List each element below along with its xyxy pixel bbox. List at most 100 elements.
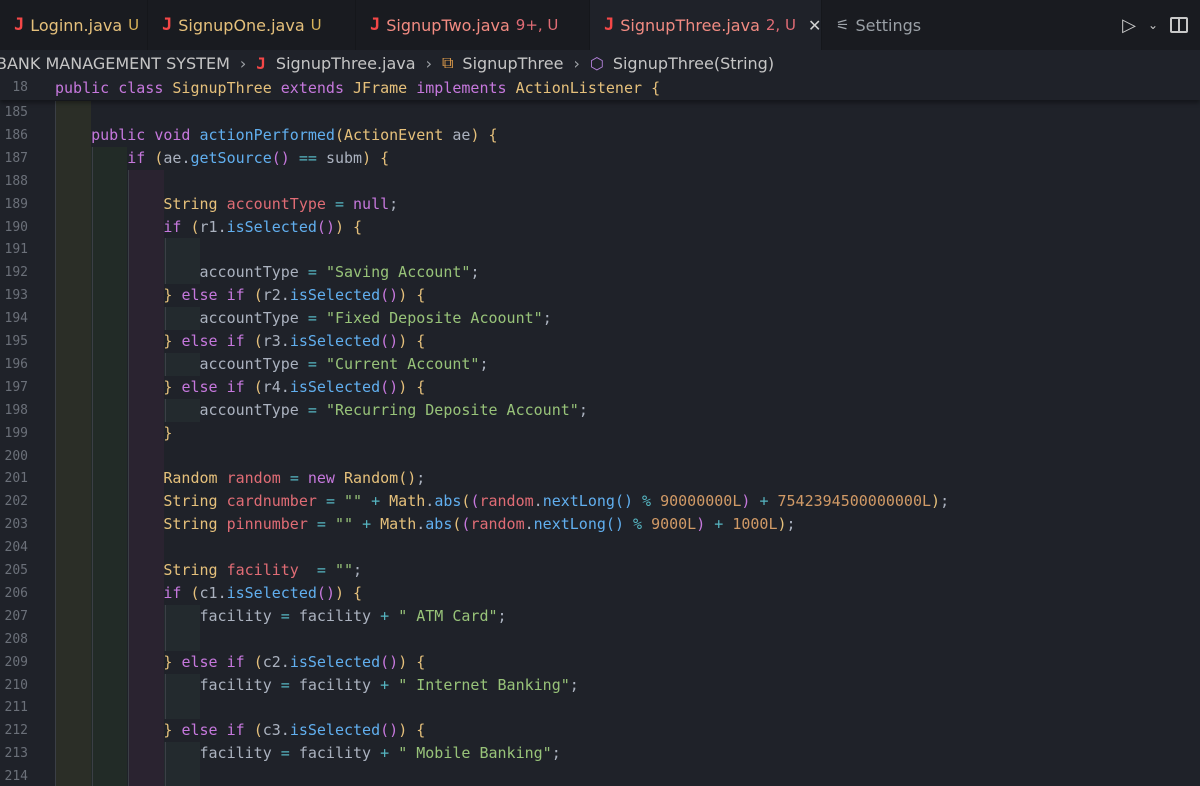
code-line[interactable]: 199 } [0, 421, 1200, 445]
tab-label: SignupThree.java [620, 15, 760, 35]
code-line[interactable]: 190 if (r1.isSelected()) { [0, 215, 1200, 239]
tab-settings[interactable]: ⚟ Settings [822, 0, 935, 50]
breadcrumb-file[interactable]: SignupThree.java [276, 54, 416, 73]
chevron-down-icon[interactable]: ⌄ [1148, 18, 1158, 32]
code-text: String cardnumber = "" + Math.abs((rando… [163, 492, 950, 511]
code-line[interactable]: 212 } else if (c3.isSelected()) { [0, 719, 1200, 743]
indent-guide-line [128, 627, 129, 651]
line-number: 194 [4, 311, 28, 327]
code-text: accountType = "Fixed Deposite Acoount"; [199, 309, 552, 328]
code-text: Random random = new Random(); [163, 469, 426, 488]
split-editor-icon[interactable] [1170, 17, 1188, 33]
code-line[interactable]: 211 [0, 696, 1200, 720]
code-text: if (c1.isSelected()) { [163, 583, 363, 602]
line-number: 193 [4, 288, 28, 304]
tab-loginn[interactable]: J Loginn.java U [0, 0, 148, 50]
code-line[interactable]: 204 [0, 536, 1200, 560]
code-line[interactable]: 197 } else if (r4.isSelected()) { [0, 375, 1200, 399]
tab-status: 2, U [765, 16, 796, 34]
close-icon[interactable]: ✕ [808, 16, 821, 35]
code-line[interactable]: 195 } else if (r3.isSelected()) { [0, 330, 1200, 353]
line-number: 212 [4, 723, 28, 739]
indent-guide [128, 696, 164, 720]
code-line[interactable]: 203 String pinnumber = "" + Math.abs((ra… [0, 513, 1200, 537]
indent-guide [55, 765, 91, 786]
settings-sliders-icon: ⚟ [836, 16, 850, 34]
method-cube-icon: ⬡ [589, 53, 604, 73]
line-number: 209 [4, 654, 28, 670]
indent-guide-line [55, 627, 56, 651]
code-line[interactable]: 193 } else if (r2.isSelected()) { [0, 284, 1200, 308]
code-text: } else if (r4.isSelected()) { [163, 377, 426, 396]
breadcrumb-method[interactable]: SignupThree(String) [613, 54, 774, 73]
code-text: accountType = "Recurring Deposite Accoun… [199, 400, 588, 419]
code-line[interactable]: 206 if (c1.isSelected()) { [0, 581, 1200, 605]
sticky-scroll-header[interactable]: 18 public class SignupThree extends JFra… [0, 76, 1200, 100]
indent-guide-line [55, 444, 56, 468]
breadcrumb-root[interactable]: BANK MANAGEMENT SYSTEM [0, 54, 230, 73]
indent-guide [55, 101, 91, 124]
code-line[interactable]: 187 if (ae.getSource() == subm) { [0, 146, 1200, 170]
code-text: } else if (c2.isSelected()) { [163, 652, 426, 671]
code-line[interactable]: 192 accountType = "Saving Account"; [0, 261, 1200, 285]
code-line[interactable]: 186 public void actionPerformed(ActionEv… [0, 123, 1200, 147]
indent-guide [128, 627, 164, 651]
indent-guide-line [91, 169, 93, 193]
code-line[interactable]: 201 Random random = new Random(); [0, 467, 1200, 491]
tab-signupone[interactable]: J SignupOne.java U [148, 0, 356, 50]
code-text: if (ae.getSource() == subm) { [127, 148, 390, 167]
indent-guide [55, 696, 91, 720]
indent-guide [55, 444, 91, 468]
indent-guide [128, 536, 164, 560]
code-line[interactable]: 200 [0, 444, 1200, 468]
indent-guide-line [55, 765, 56, 786]
tab-status: U [310, 16, 322, 34]
breadcrumb-class[interactable]: SignupThree [462, 54, 563, 73]
code-line[interactable]: 213 facility = facility + " Mobile Banki… [0, 742, 1200, 766]
indent-guide-line [55, 696, 56, 720]
code-editor[interactable]: 18 public class SignupThree extends JFra… [0, 76, 1200, 786]
indent-guide [128, 169, 164, 193]
line-number: 187 [4, 150, 28, 166]
indent-guide-line [128, 765, 129, 786]
play-icon[interactable]: ▷ [1122, 15, 1136, 36]
line-number: 213 [4, 746, 28, 762]
code-line[interactable]: 189 String accountType = null; [0, 192, 1200, 216]
code-line[interactable]: 196 accountType = "Current Account"; [0, 352, 1200, 376]
indent-guide [91, 444, 127, 468]
indent-guide [55, 169, 91, 193]
java-file-icon: J [14, 15, 25, 35]
line-number: 191 [4, 242, 28, 258]
indent-guide [91, 765, 127, 786]
code-text: String pinnumber = "" + Math.abs((random… [163, 515, 796, 534]
code-text: } [163, 423, 173, 442]
indent-guide [91, 627, 127, 651]
code-line[interactable]: 210 facility = facility + " Internet Ban… [0, 673, 1200, 697]
code-line[interactable]: 202 String cardnumber = "" + Math.abs((r… [0, 490, 1200, 514]
code-line[interactable]: 198 accountType = "Recurring Deposite Ac… [0, 398, 1200, 422]
tab-signuptwo[interactable]: J SignupTwo.java 9+, U [356, 0, 590, 50]
indent-guide [128, 238, 164, 262]
chevron-right-icon: › [573, 53, 580, 73]
code-line[interactable]: 208 [0, 627, 1200, 651]
line-number: 210 [4, 677, 28, 693]
line-number: 202 [4, 494, 28, 510]
code-line[interactable]: 194 accountType = "Fixed Deposite Acooun… [0, 307, 1200, 331]
code-line[interactable]: 214 [0, 765, 1200, 786]
code-line[interactable]: 209 } else if (c2.isSelected()) { [0, 650, 1200, 674]
code-line[interactable]: 185 [0, 101, 1200, 124]
code-text: facility = facility + " Internet Banking… [199, 675, 579, 694]
indent-guide-line [164, 627, 166, 651]
code-line[interactable]: 207 facility = facility + " ATM Card"; [0, 604, 1200, 628]
tab-label: SignupTwo.java [386, 15, 510, 35]
indent-guide [91, 169, 127, 193]
indent-guide [55, 627, 91, 651]
code-line[interactable]: 205 String facility = ""; [0, 559, 1200, 582]
code-line[interactable]: 191 [0, 238, 1200, 262]
tab-signupthree[interactable]: J SignupThree.java 2, U ✕ [590, 0, 822, 50]
code-line[interactable]: 188 [0, 169, 1200, 193]
indent-guide-line [128, 536, 129, 560]
editor-tab-bar: J Loginn.java U J SignupOne.java U J Sig… [0, 0, 1200, 50]
line-number: 189 [4, 196, 28, 212]
indent-guide-line [91, 238, 93, 262]
